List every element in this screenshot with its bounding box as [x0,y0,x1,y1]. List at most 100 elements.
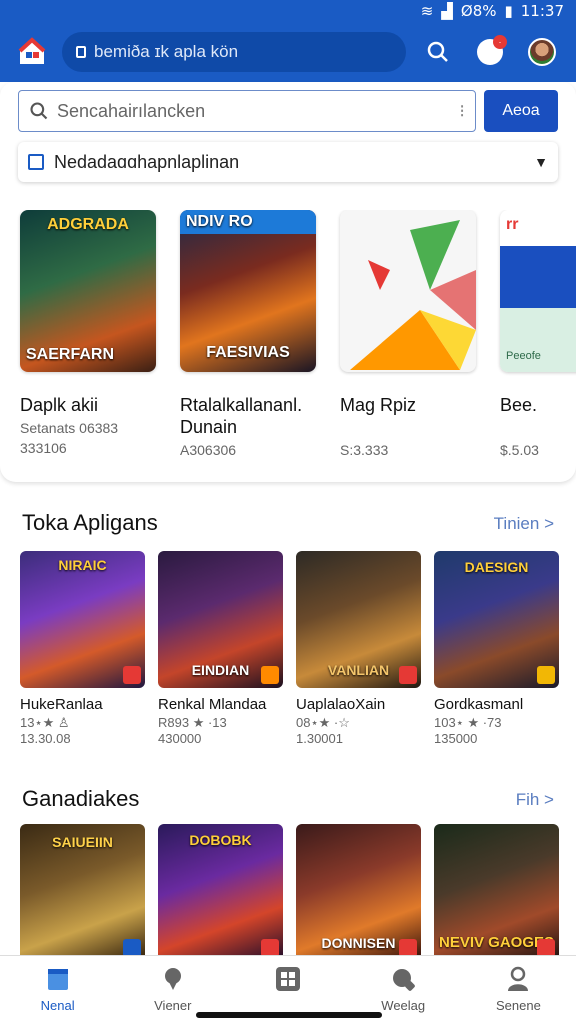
section-title: Toka Apligans [22,510,158,535]
app-name: Gordkasmanl [434,696,524,713]
pin-icon [164,968,181,990]
app-downloads: 135000 [434,731,478,746]
status-bar: ≋ ▟ Ø8% ▮ 11:37 [0,0,576,22]
badge-icon [399,666,417,684]
notifications-button[interactable]: · [470,32,510,72]
app-card[interactable]: NIRAIC HukeRanlaa 13⋆★ ♙ 13.30.08 [20,551,145,746]
game-art: DOBOBK [158,824,283,961]
more-vert-icon[interactable]: ⁝ [459,101,465,122]
search-input[interactable]: Sencahairılancken ⁝ [18,90,476,132]
art-title-top: NDIV RO [180,210,316,234]
app-art-caption: DAESIGN [464,559,529,575]
app-downloads: 4​30000 [158,731,202,746]
featured-card[interactable]: Mag Rpiz S:3.333 [340,210,476,460]
art-panel [500,308,576,372]
app-card[interactable]: VANLIAN UaplalaoXain 08⋆★ ·☆ 1.30001 [296,551,421,746]
play-logo-icon [350,220,476,370]
apps-grid-row: NIRAIC HukeRanlaa 13⋆★ ♙ 13.30.08 EINDIA… [20,551,560,746]
featured-title: Mag Rpiz [340,395,417,415]
art-banner [500,246,576,308]
nav-label: Viener [154,998,192,1013]
game-art: SAIUEIIN [20,824,145,961]
filter-dropdown[interactable]: Nedadaɑɑhapnlaplinan ▼ [18,142,558,182]
badge-icon [261,666,279,684]
app-name: UaplalaoXain [296,696,386,713]
art-title-top: ADGRADA [47,216,129,233]
featured-art: ADGRADA SAERFARN [20,210,156,372]
featured-price: S:3.333 [340,442,389,458]
clock: 11:37 [520,2,564,20]
featured-art [340,210,476,372]
badge-icon [123,666,141,684]
search-button[interactable]: Aeoa [484,90,558,132]
game-card[interactable]: DONNISEN [296,824,421,961]
featured-art: rr Peeofe [500,210,576,372]
home-icon [47,969,68,990]
app-art: EINDIAN [158,551,283,688]
art-title-top: rr [506,216,519,233]
filter-label: Nedadaɑɑhapnlaplinan [54,151,240,172]
search-row: Sencahairılancken ⁝ Aeoa [18,90,558,134]
featured-title: Daplk akii [20,395,99,415]
nav-label: Nenal [40,998,75,1013]
app-art: DAESIGN [434,551,559,688]
app-name: Renkal Mlandaa [158,696,267,713]
notification-bell-icon: · [477,35,507,65]
featured-price: 333106 [20,440,67,456]
url-search-bar[interactable]: bemiða ɪk apla kön [62,32,406,72]
featured-price: $.5.03 [500,442,539,458]
gesture-home-bar[interactable] [196,1012,382,1018]
app-downloads: 1.30001 [296,731,343,746]
apps-grid-icon [276,967,300,991]
signal-icon: ▟ [441,2,453,20]
section-title: Ganadiakes [22,786,140,811]
chevron-down-icon: ▼ [534,154,548,170]
app-card[interactable]: DAESIGN Gordkasmanl 103⋆ ★ ·73 135000 [434,551,559,746]
art-title-bottom: SAERFARN [26,346,115,363]
app-rating: 08⋆★ ·☆ [296,715,350,730]
section-see-more-link[interactable]: Fih > [516,790,554,810]
featured-card[interactable]: rr Peeofe Bee. $.5.03 [500,210,576,460]
main-sheet: Sencahairılancken ⁝ Aeoa Nedadaɑɑhapnlap… [0,82,576,482]
games-grid-row: SAIUEIIN DOBOBK DONNISEN NEVIV GAOGES [20,824,560,961]
store-logo-icon[interactable] [14,34,50,70]
wifi-icon: ≋ [420,2,434,20]
search-placeholder: Sencahairılancken [57,100,206,121]
badge-icon [537,666,555,684]
featured-carousel[interactable]: ADGRADA SAERFARN Daplk akii Setanats 063… [0,210,576,460]
game-art-caption: DOBOBK [189,832,252,848]
screen: ≋ ▟ Ø8% ▮ 11:37 bemiða ɪk apla kön · Sen… [0,0,576,1024]
nav-profile[interactable]: Senene [461,956,576,1024]
game-pad-icon [393,969,416,991]
filter-checkbox[interactable] [28,154,44,170]
account-button[interactable] [522,32,562,72]
avatar [528,38,556,66]
game-art-caption: SAIUEIIN [52,834,113,850]
notification-badge: · [493,35,507,49]
section-see-more-link[interactable]: Tinien > [494,514,554,534]
game-card[interactable]: DOBOBK [158,824,283,961]
app-art: VANLIAN [296,551,421,688]
battery-icon: ▮ [504,2,513,20]
game-art: NEVIV GAOGES [434,824,559,961]
game-art: DONNISEN [296,824,421,961]
nav-home[interactable]: Nenal [0,956,115,1024]
battery-text: Ø8% [460,2,497,20]
nav-label: Weelag [381,998,426,1013]
url-search-text: bemiða ɪk apla kön [94,42,239,61]
featured-card[interactable]: ADGRADA SAERFARN Daplk akii Setanats 063… [20,210,156,460]
search-icon [30,102,48,120]
app-card[interactable]: EINDIAN Renkal Mlandaa R893 ★ ·13 4​3000… [158,551,283,746]
featured-card[interactable]: NDIV RO FAESIVIAS Rtalalkallananl. Dunai… [180,210,316,460]
search-icon[interactable] [418,32,458,72]
game-card[interactable]: NEVIV GAOGES [434,824,559,961]
app-name: HukeRanlaa [20,696,103,713]
art-title-bottom: Peeofe [506,350,541,362]
app-bar: bemiða ɪk apla kön · [0,22,576,82]
app-downloads: 13.30.08 [20,731,71,746]
app-rating: R893 ★ ·13 [158,715,227,730]
featured-title: Rtalalkallananl. Dunain [180,395,303,437]
game-card[interactable]: SAIUEIIN [20,824,145,961]
featured-title: Bee. [500,395,538,415]
art-title-bottom: FAESIVIAS [206,344,290,361]
